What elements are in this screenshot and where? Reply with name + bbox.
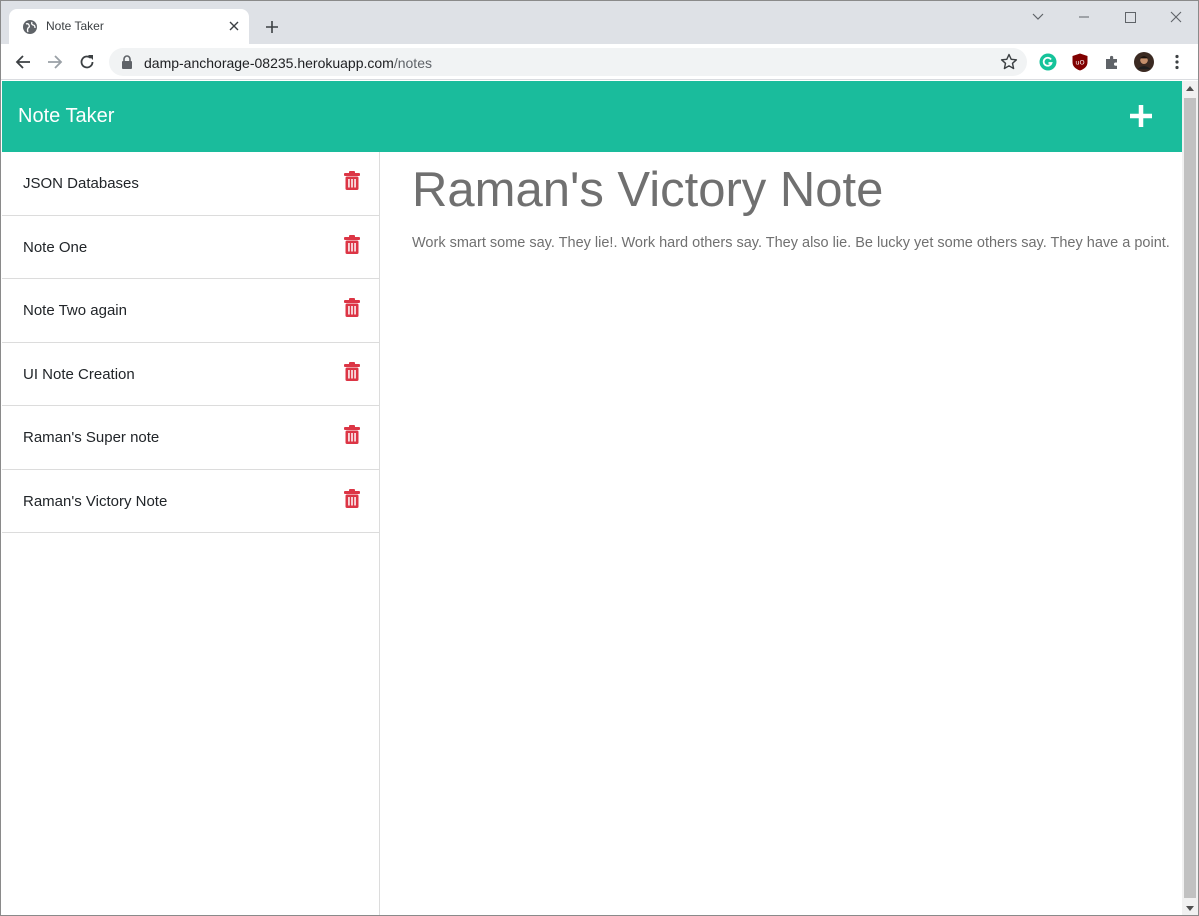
close-window-icon[interactable]: [1166, 7, 1186, 27]
note-taker-app: Note Taker JSON Databases Note One Note …: [2, 81, 1182, 915]
bookmark-star-icon[interactable]: [1000, 53, 1018, 71]
address-bar[interactable]: damp-anchorage-08235.herokuapp.com/notes: [109, 48, 1027, 76]
note-list-item[interactable]: Note One: [2, 216, 379, 279]
ublock-extension-icon[interactable]: uO: [1070, 52, 1090, 72]
notes-list: JSON Databases Note One Note Two again U…: [2, 152, 380, 915]
trash-icon[interactable]: [344, 425, 360, 444]
note-list-title: Raman's Victory Note: [23, 492, 168, 510]
note-list-item[interactable]: Raman's Super note: [2, 406, 379, 470]
svg-text:uO: uO: [1075, 59, 1084, 67]
globe-icon: [23, 20, 37, 34]
note-list-title: UI Note Creation: [23, 365, 135, 383]
tab-title: Note Taker: [46, 19, 104, 33]
note-list-title: JSON Databases: [23, 175, 139, 192]
url-host: damp-anchorage-08235.herokuapp.com: [144, 55, 394, 71]
tab-close-icon[interactable]: [225, 17, 243, 35]
tab-strip: Note Taker: [1, 1, 1198, 44]
scrollbar-thumb[interactable]: [1184, 98, 1196, 898]
forward-arrow-icon[interactable]: [44, 51, 66, 73]
browser-menu-icon[interactable]: [1167, 52, 1187, 72]
scroll-down-icon[interactable]: [1186, 906, 1194, 911]
browser-tab[interactable]: Note Taker: [9, 9, 249, 44]
grammarly-extension-icon[interactable]: [1038, 52, 1058, 72]
browser-toolbar: damp-anchorage-08235.herokuapp.com/notes…: [1, 44, 1198, 80]
maximize-icon[interactable]: [1120, 7, 1140, 27]
note-list-title: Note One: [23, 238, 88, 256]
app-navbar: Note Taker: [2, 81, 1182, 152]
url-path: /notes: [393, 55, 432, 71]
note-list-item[interactable]: JSON Databases: [2, 152, 379, 216]
note-list-title: Raman's Super note: [23, 429, 160, 446]
note-list-item[interactable]: Raman's Victory Note: [2, 470, 379, 533]
back-arrow-icon[interactable]: [12, 51, 34, 73]
scroll-up-icon[interactable]: [1186, 86, 1194, 91]
note-list-item[interactable]: Note Two again: [2, 279, 379, 343]
note-list-item[interactable]: UI Note Creation: [2, 343, 379, 406]
note-text-input[interactable]: Work smart some say. They lie!. Work har…: [412, 235, 1170, 251]
trash-icon[interactable]: [344, 234, 360, 254]
note-list-title: Note Two again: [23, 302, 127, 319]
app-brand[interactable]: Note Taker: [18, 105, 114, 128]
lock-icon: [122, 55, 132, 69]
page-scrollbar[interactable]: [1182, 81, 1198, 915]
reload-icon[interactable]: [76, 51, 98, 73]
url-text: damp-anchorage-08235.herokuapp.com/notes: [144, 55, 432, 71]
note-title-input[interactable]: Raman's Victory Note: [412, 162, 883, 218]
browser-window: Note Taker damp-anchorage-08235.herokuap…: [0, 0, 1199, 916]
extensions-puzzle-icon[interactable]: [1102, 52, 1122, 72]
new-tab-icon[interactable]: [261, 16, 283, 38]
plus-icon[interactable]: [1128, 103, 1154, 129]
profile-avatar[interactable]: [1134, 52, 1154, 72]
trash-icon[interactable]: [344, 488, 360, 508]
tab-search-icon[interactable]: [1028, 7, 1048, 27]
minimize-icon[interactable]: [1074, 7, 1094, 27]
trash-icon[interactable]: [344, 298, 360, 317]
trash-icon[interactable]: [344, 171, 360, 190]
trash-icon[interactable]: [344, 361, 360, 381]
